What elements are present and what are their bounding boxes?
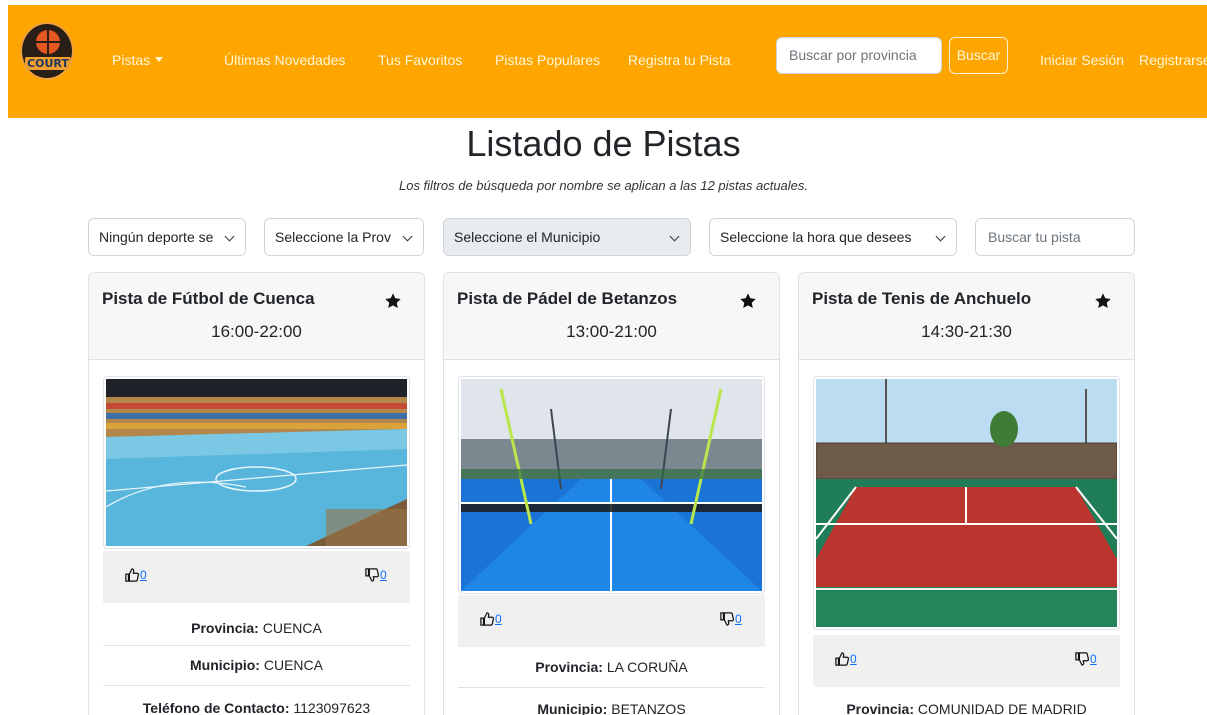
brand-name: COURT	[25, 57, 71, 70]
phone-value: 1123097623	[293, 700, 371, 715]
hour-select-value: Seleccione la hora que desees	[720, 229, 912, 245]
municipality-label: Municipio:	[189, 657, 260, 673]
basketball-logo-icon	[36, 30, 60, 54]
court-search-input[interactable]: Buscar tu pista	[975, 218, 1135, 256]
dislike-count[interactable]: 0	[1090, 652, 1097, 666]
court-card: Pista de Pádel de Betanzos 13:00-21:00 0	[443, 272, 780, 715]
card-title: Pista de Tenis de Anchuelo	[812, 289, 1032, 308]
star-icon[interactable]	[384, 292, 402, 310]
thumbs-up-icon	[125, 568, 139, 582]
province-label: Provincia:	[846, 701, 915, 715]
municipality-select[interactable]: Seleccione el Municipio	[443, 218, 691, 256]
nav-pistas-populares[interactable]: Pistas Populares	[495, 51, 600, 69]
like-button[interactable]: 0	[125, 568, 147, 582]
court-card: Pista de Fútbol de Cuenca 16:00-22:00 0	[88, 272, 425, 715]
province-value: LA CORUÑA	[606, 659, 688, 675]
thumbs-up-icon	[835, 652, 849, 666]
dislike-button[interactable]: 0	[1075, 652, 1097, 666]
province-search-input[interactable]: Buscar por provincia	[776, 37, 942, 74]
hour-select[interactable]: Seleccione la hora que desees	[709, 218, 957, 256]
nav-registra-tu-pista[interactable]: Registra tu Pista	[628, 51, 731, 69]
dislike-button[interactable]: 0	[720, 612, 742, 626]
phone-row: Teléfono de Contacto: 1123097623	[103, 699, 410, 715]
municipality-row: Municipio: CUENCA	[103, 656, 410, 686]
court-logo-icon[interactable]: COURT	[20, 22, 74, 80]
court-image	[813, 376, 1120, 630]
search-button[interactable]: Buscar	[949, 37, 1008, 74]
court-card: Pista de Tenis de Anchuelo 14:30-21:30 0…	[798, 272, 1135, 715]
like-button[interactable]: 0	[835, 652, 857, 666]
municipality-select-value: Seleccione el Municipio	[454, 229, 601, 245]
card-hours: 13:00-21:00	[566, 322, 657, 341]
nav-ultimas-novedades[interactable]: Últimas Novedades	[224, 51, 345, 69]
like-count[interactable]: 0	[850, 652, 857, 666]
province-select[interactable]: Seleccione la Provincia	[264, 218, 424, 256]
star-icon[interactable]	[739, 292, 757, 310]
card-hours: 14:30-21:30	[921, 322, 1012, 341]
navbar: COURT Pistas Últimas Novedades Tus Favor…	[8, 5, 1207, 118]
municipality-row: Municipio: BETANZOS	[458, 700, 765, 715]
thumbs-up-icon	[480, 612, 494, 626]
municipality-label: Municipio:	[537, 701, 608, 715]
province-row: Provincia: LA CORUÑA	[458, 658, 765, 688]
dislike-count[interactable]: 0	[380, 568, 387, 582]
page-subtitle: Los filtros de búsqueda por nombre se ap…	[398, 178, 809, 193]
card-title: Pista de Pádel de Betanzos	[457, 289, 678, 308]
like-button[interactable]: 0	[480, 612, 502, 626]
login-link[interactable]: Iniciar Sesión	[1040, 51, 1124, 69]
likes-bar: 0 0	[813, 635, 1120, 687]
sport-select[interactable]: Ningún deporte seleccionado	[88, 218, 246, 256]
nav-tus-favoritos[interactable]: Tus Favoritos	[378, 51, 462, 69]
page-title: Listado de Pistas	[466, 123, 741, 164]
municipality-value: CUENCA	[263, 657, 323, 673]
dislike-button[interactable]: 0	[365, 568, 387, 582]
phone-label: Teléfono de Contacto:	[142, 700, 290, 715]
municipality-value: BETANZOS	[611, 701, 686, 715]
register-link[interactable]: Registrarse	[1139, 51, 1207, 69]
star-icon[interactable]	[1094, 292, 1112, 310]
thumbs-down-icon	[365, 568, 379, 582]
province-label: Provincia:	[535, 659, 603, 675]
caret-down-icon	[155, 57, 164, 62]
province-row: Provincia: CUENCA	[103, 619, 410, 646]
province-value: CUENCA	[262, 620, 322, 636]
thumbs-down-icon	[1075, 652, 1089, 666]
dislike-count[interactable]: 0	[735, 612, 742, 626]
nav-pistas-label: Pistas	[112, 52, 151, 68]
card-title: Pista de Fútbol de Cuenca	[102, 289, 315, 308]
like-count[interactable]: 0	[140, 568, 147, 582]
province-value: COMUNIDAD DE MADRID	[917, 701, 1087, 715]
card-header: Pista de Pádel de Betanzos 13:00-21:00	[444, 273, 779, 360]
court-image	[458, 376, 765, 594]
likes-bar: 0 0	[458, 595, 765, 647]
court-image	[103, 376, 410, 549]
thumbs-down-icon	[720, 612, 734, 626]
likes-bar: 0 0	[103, 551, 410, 603]
card-header: Pista de Fútbol de Cuenca 16:00-22:00	[89, 273, 424, 360]
nav-pistas-dropdown[interactable]: Pistas	[112, 51, 164, 69]
province-row: Provincia: COMUNIDAD DE MADRID	[813, 700, 1120, 715]
card-hours: 16:00-22:00	[211, 322, 302, 341]
like-count[interactable]: 0	[495, 612, 502, 626]
card-header: Pista de Tenis de Anchuelo 14:30-21:30	[799, 273, 1134, 360]
province-label: Provincia:	[191, 620, 259, 636]
